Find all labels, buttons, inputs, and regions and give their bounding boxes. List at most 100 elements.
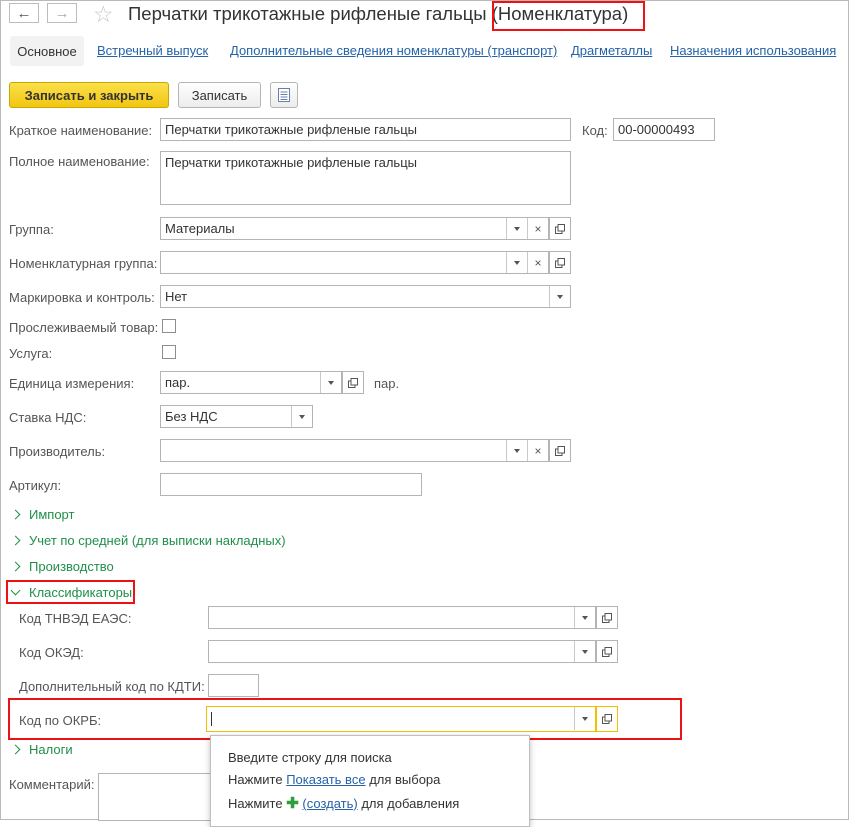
open-window-icon <box>602 646 612 657</box>
group-open-button[interactable] <box>549 217 571 240</box>
group-production-label: Производство <box>29 559 114 574</box>
show-all-link[interactable]: Показать все <box>286 772 365 787</box>
open-window-icon <box>348 377 358 388</box>
tab-counter-release[interactable]: Встречный выпуск <box>97 43 208 58</box>
autocomplete-popup: Введите строку для поиска Нажмите Показа… <box>210 735 530 827</box>
traceable-label: Прослеживаемый товар: <box>9 320 159 335</box>
unit-label: Единица измерения: <box>9 376 135 391</box>
popup-hint-show-all: Нажмите Показать все для выбора <box>228 772 440 787</box>
marking-select[interactable]: Нет <box>160 285 571 308</box>
popup-line2-prefix: Нажмите <box>228 772 283 787</box>
popup-hint-create: Нажмите ✚ (создать) для добавления <box>228 794 459 812</box>
open-window-icon <box>602 612 612 623</box>
tnved-open-button[interactable] <box>596 606 618 629</box>
manufacturer-open-button[interactable] <box>549 439 571 462</box>
group-clear-button[interactable]: × <box>527 218 548 239</box>
tnved-dropdown-button[interactable] <box>574 607 595 628</box>
open-window-icon <box>555 257 565 268</box>
favorite-star-icon[interactable]: ☆ <box>93 1 114 28</box>
group-taxes-toggle[interactable]: Налоги <box>10 742 73 757</box>
group-field[interactable]: Материалы × <box>160 217 549 240</box>
vat-value: Без НДС <box>165 409 218 424</box>
highlight-classifiers-box <box>6 580 135 604</box>
close-icon: × <box>534 443 542 458</box>
chevron-down-icon <box>557 294 563 299</box>
full-name-textarea[interactable]: Перчатки трикотажные рифленые гальцы <box>160 151 571 205</box>
save-and-close-button[interactable]: Записать и закрыть <box>9 82 169 108</box>
nom-group-open-button[interactable] <box>549 251 571 274</box>
okved-dropdown-button[interactable] <box>574 641 595 662</box>
tab-usage-purposes[interactable]: Назначения использования <box>670 43 836 58</box>
arrow-left-icon: ← <box>16 4 32 22</box>
save-button[interactable]: Записать <box>178 82 261 108</box>
group-avg-toggle[interactable]: Учет по средней (для выписки накладных) <box>10 533 286 548</box>
group-dropdown-button[interactable] <box>506 218 527 239</box>
manufacturer-field[interactable]: × <box>160 439 549 462</box>
arrow-right-icon: → <box>54 4 70 22</box>
full-name-label: Полное наименование: <box>9 154 150 169</box>
popup-line3-suffix: для добавления <box>361 796 460 811</box>
nom-group-label: Номенклатурная группа: <box>9 256 158 271</box>
chevron-right-icon <box>10 561 21 572</box>
unit-open-button[interactable] <box>342 371 364 394</box>
unit-suffix-label: пар. <box>374 376 400 391</box>
short-name-input[interactable]: Перчатки трикотажные рифленые гальцы <box>160 118 571 141</box>
unit-field[interactable]: пар. <box>160 371 342 394</box>
manufacturer-clear-button[interactable]: × <box>527 440 548 461</box>
vat-dropdown-button[interactable] <box>291 406 312 427</box>
report-button[interactable] <box>270 82 298 108</box>
popup-line3-prefix: Нажмите <box>228 796 283 811</box>
marking-value: Нет <box>165 289 188 304</box>
popup-hint-search: Введите строку для поиска <box>228 750 392 765</box>
chevron-down-icon <box>514 448 520 453</box>
comment-label: Комментарий: <box>9 777 95 792</box>
article-label: Артикул: <box>9 478 62 493</box>
forward-button[interactable]: → <box>47 3 77 23</box>
comment-textarea[interactable] <box>98 773 218 821</box>
nom-group-clear-button[interactable]: × <box>527 252 548 273</box>
chevron-right-icon <box>10 744 21 755</box>
highlight-okrb-box <box>8 698 682 740</box>
article-input[interactable] <box>160 473 422 496</box>
chevron-down-icon <box>328 380 334 385</box>
group-import-toggle[interactable]: Импорт <box>10 507 74 522</box>
manufacturer-dropdown-button[interactable] <box>506 440 527 461</box>
nom-group-dropdown-button[interactable] <box>506 252 527 273</box>
group-production-toggle[interactable]: Производство <box>10 559 114 574</box>
create-link[interactable]: (создать) <box>302 796 357 811</box>
tab-precious-metals[interactable]: Драгметаллы <box>571 43 652 58</box>
code-input[interactable]: 00-00000493 <box>613 118 715 141</box>
traceable-checkbox[interactable] <box>162 319 176 333</box>
marking-dropdown-button[interactable] <box>549 286 570 307</box>
tnved-label: Код ТНВЭД ЕАЭС: <box>19 611 132 626</box>
tab-additional-info[interactable]: Дополнительные сведения номенклатуры (тр… <box>230 43 557 58</box>
marking-label: Маркировка и контроль: <box>9 290 155 305</box>
back-button[interactable]: ← <box>9 3 39 23</box>
service-checkbox[interactable] <box>162 345 176 359</box>
short-name-label: Краткое наименование: <box>9 123 153 138</box>
vat-select[interactable]: Без НДС <box>160 405 313 428</box>
plus-icon: ✚ <box>286 795 299 812</box>
chevron-down-icon <box>582 615 588 620</box>
okved-field[interactable] <box>208 640 596 663</box>
tab-main-label: Основное <box>17 43 77 59</box>
chevron-down-icon <box>299 414 305 419</box>
chevron-down-icon <box>582 649 588 654</box>
chevron-right-icon <box>10 509 21 520</box>
tnved-field[interactable] <box>208 606 596 629</box>
code-label: Код: <box>582 123 608 138</box>
okved-label: Код ОКЭД: <box>19 645 84 660</box>
close-icon: × <box>534 221 542 236</box>
nom-group-field[interactable]: × <box>160 251 549 274</box>
okved-open-button[interactable] <box>596 640 618 663</box>
highlight-title-box <box>492 1 645 31</box>
open-window-icon <box>555 445 565 456</box>
group-taxes-label: Налоги <box>29 742 73 757</box>
close-icon: × <box>534 255 542 270</box>
kdti-input[interactable] <box>208 674 259 697</box>
service-label: Услуга: <box>9 346 53 361</box>
chevron-down-icon <box>514 226 520 231</box>
manufacturer-label: Производитель: <box>9 444 106 459</box>
tab-main[interactable]: Основное <box>10 36 84 66</box>
unit-dropdown-button[interactable] <box>320 372 341 393</box>
